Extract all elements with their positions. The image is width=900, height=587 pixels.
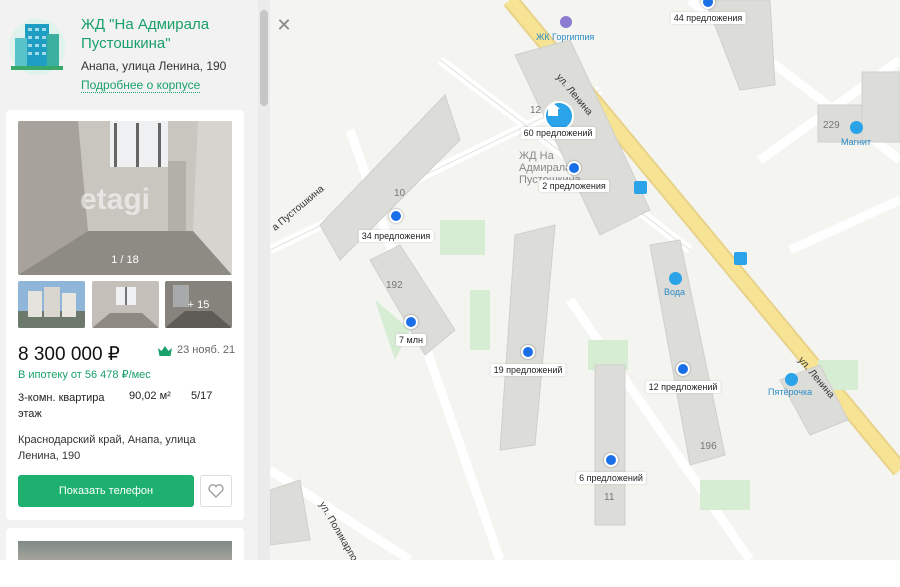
building-number: 196 bbox=[700, 441, 717, 452]
map[interactable]: ул. Ленина ул. Ленина а Пустошкина ул. П… bbox=[270, 0, 900, 560]
listing-card[interactable]: etagi 1 / 18 + 15 8 300 000 ₽ 23 нояб. 2… bbox=[6, 110, 244, 520]
complex-header: ЖД "На Адмирала Пустошкина" Анапа, улица… bbox=[0, 0, 258, 100]
heart-icon bbox=[208, 484, 224, 498]
map-marker-label[interactable]: 2 предложения bbox=[539, 180, 609, 192]
listing-photo[interactable] bbox=[18, 541, 232, 560]
building-number: 192 bbox=[386, 280, 403, 291]
building-number: 10 bbox=[394, 188, 406, 199]
map-marker[interactable] bbox=[521, 345, 535, 359]
map-marker-label[interactable]: 6 предложений bbox=[576, 472, 646, 484]
favorite-button[interactable] bbox=[200, 475, 232, 507]
building-number: 229 bbox=[823, 120, 840, 131]
bottom-bar bbox=[0, 560, 900, 587]
building-number: 12 bbox=[530, 105, 542, 116]
building-number: 11 bbox=[604, 492, 615, 503]
main-photo[interactable]: etagi 1 / 18 bbox=[18, 121, 232, 275]
photo-counter: 1 / 18 bbox=[111, 254, 139, 266]
shop-icon[interactable] bbox=[669, 272, 682, 285]
listing-price: 8 300 000 ₽ bbox=[18, 344, 120, 365]
poi-label[interactable]: Пятёрочка bbox=[768, 387, 812, 397]
bus-stop-icon[interactable] bbox=[734, 252, 747, 265]
poi-label[interactable]: ЖК Горгиппия bbox=[536, 32, 594, 42]
complex-title[interactable]: ЖД "На Адмирала Пустошкина" bbox=[81, 15, 251, 53]
complex-details-link[interactable]: Подробнее о корпусе bbox=[81, 78, 201, 93]
map-marker[interactable] bbox=[404, 315, 418, 329]
listing-panel: ЖД "На Адмирала Пустошкина" Анапа, улица… bbox=[0, 0, 258, 560]
shop-icon[interactable] bbox=[850, 121, 863, 134]
poi-label[interactable]: Вода bbox=[664, 287, 685, 297]
close-button[interactable]: ✕ bbox=[271, 12, 297, 38]
home-icon bbox=[546, 103, 560, 116]
map-marker-label[interactable]: 12 предложений bbox=[645, 381, 721, 393]
photo-watermark: etagi bbox=[80, 183, 151, 216]
map-marker[interactable] bbox=[676, 362, 690, 376]
room-photo-image bbox=[92, 281, 159, 328]
mortgage-link[interactable]: В ипотеку от 56 478 ₽/мес bbox=[18, 368, 151, 381]
complex-address: Анапа, улица Ленина, 190 bbox=[81, 59, 227, 73]
map-marker-label[interactable]: 44 предложения bbox=[670, 12, 746, 24]
map-marker-label[interactable]: 34 предложения bbox=[358, 230, 434, 242]
thumbnail-more[interactable]: + 15 bbox=[165, 281, 232, 328]
show-phone-button[interactable]: Показать телефон bbox=[18, 475, 194, 507]
more-photos-count: + 15 bbox=[165, 281, 232, 328]
thumbnail-1[interactable] bbox=[18, 281, 85, 328]
listing-address: Краснодарский край, Анапа, улица Ленина,… bbox=[18, 434, 196, 462]
listing-card[interactable] bbox=[6, 528, 244, 560]
listing-floor: 5/17 bbox=[191, 390, 213, 402]
close-icon: ✕ bbox=[276, 14, 292, 35]
crown-icon bbox=[158, 346, 172, 356]
map-marker[interactable] bbox=[604, 453, 618, 467]
building-photo-image bbox=[18, 281, 85, 328]
poi-label[interactable]: Магнит bbox=[841, 137, 871, 147]
building-logo-icon bbox=[9, 19, 65, 75]
map-marker-label[interactable]: 7 млн bbox=[396, 334, 426, 346]
bus-stop-icon[interactable] bbox=[634, 181, 647, 194]
map-marker[interactable] bbox=[389, 209, 403, 223]
shop-icon[interactable] bbox=[785, 373, 798, 386]
listing-area: 90,02 м² bbox=[129, 390, 171, 402]
map-marker-label[interactable]: 19 предложений bbox=[490, 364, 566, 376]
map-marker[interactable] bbox=[567, 161, 581, 175]
scrollbar-thumb[interactable] bbox=[260, 10, 268, 106]
listing-date: 23 нояб. 21 bbox=[177, 344, 236, 356]
map-marker-label[interactable]: 60 предложений bbox=[520, 127, 596, 139]
room-count: 3-комн. квартира этаж bbox=[18, 392, 105, 420]
residential-complex-icon[interactable] bbox=[560, 16, 572, 28]
thumbnail-2[interactable] bbox=[92, 281, 159, 328]
